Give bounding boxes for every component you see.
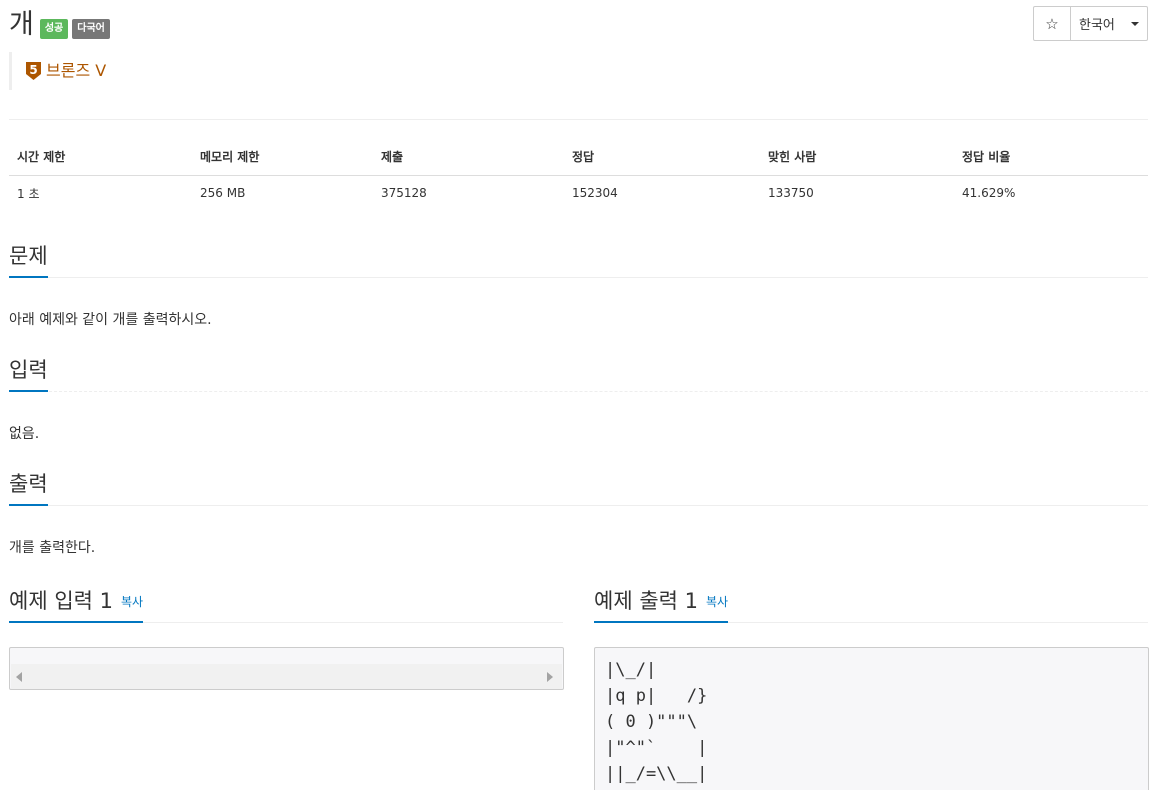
sample-output-title-wrap: 예제 출력 1 복사 (594, 585, 729, 623)
header-time-limit: 시간 제한 (9, 139, 192, 176)
submissions-value: 375128 (381, 186, 427, 201)
output-description: 개를 출력한다. (9, 540, 96, 556)
time-limit-value: 1 초 (17, 186, 40, 201)
input-description: 없음. (9, 426, 40, 442)
problem-section-head: 문제 (9, 240, 1148, 278)
sample-input-head: 예제 입력 1 복사 (9, 585, 563, 623)
accept-ratio-value: 41.629% (962, 186, 1016, 201)
table-header-row: 시간 제한 메모리 제한 제출 정답 맞힌 사람 정답 비율 (9, 139, 1148, 176)
tier-name[interactable]: 브론즈 V (46, 61, 106, 81)
header-submissions[interactable]: 제출 (373, 139, 564, 176)
language-dropdown[interactable]: 한국어 (1071, 6, 1148, 41)
input-section-head: 입력 (9, 354, 1148, 392)
header-solved-users[interactable]: 맞힌 사람 (760, 139, 954, 176)
star-button[interactable]: ☆ (1033, 6, 1071, 41)
sample-output-box: |\_/| |q p| /} ( 0 )"""\ |"^"` | ||_/=\\… (594, 647, 1149, 790)
problem-section-title: 문제 (9, 240, 48, 278)
input-section-title: 입력 (9, 354, 48, 392)
copy-sample-input-button[interactable]: 복사 (121, 595, 143, 609)
sample-input-box (9, 647, 564, 690)
problem-description: 아래 예제와 같이 개를 출력하시오. (9, 312, 212, 328)
horizontal-scrollbar[interactable] (11, 664, 562, 689)
title-row: 개 성공 다국어 (9, 8, 110, 42)
sample-output-content: |\_/| |q p| /} ( 0 )"""\ |"^"` | ||_/=\\… (605, 660, 708, 784)
solved-users-value: 133750 (768, 186, 814, 201)
problem-section: 문제 아래 예제와 같이 개를 출력하시오. (9, 240, 1148, 330)
output-section-head: 출력 (9, 468, 1148, 506)
table-row: 1 초 256 MB 375128 152304 133750 41.629% (9, 175, 1148, 211)
language-label: 한국어 (1079, 18, 1115, 33)
bronze-tier-icon[interactable]: 5 (25, 61, 42, 81)
sample-output-title: 예제 출력 1 (594, 589, 698, 613)
problem-title: 개 (9, 9, 34, 40)
star-icon: ☆ (1045, 14, 1059, 33)
output-section: 출력 개를 출력한다. (9, 468, 1148, 558)
header-accepted[interactable]: 정답 (564, 139, 760, 176)
problem-stats-table: 시간 제한 메모리 제한 제출 정답 맞힌 사람 정답 비율 1 초 256 M… (9, 139, 1148, 211)
sample-output-section: 예제 출력 1 복사 (594, 585, 1148, 623)
scroll-left-arrow-icon[interactable] (16, 672, 22, 682)
sample-input-section: 예제 입력 1 복사 (9, 585, 563, 623)
sample-input-title-wrap: 예제 입력 1 복사 (9, 585, 144, 623)
scroll-right-arrow-icon[interactable] (547, 672, 553, 682)
label-multilang[interactable]: 다국어 (72, 19, 110, 39)
top-buttons: ☆ 한국어 (1033, 6, 1148, 41)
output-section-title: 출력 (9, 468, 48, 506)
sample-output-head: 예제 출력 1 복사 (594, 585, 1148, 623)
input-section: 입력 없음. (9, 354, 1148, 444)
tier-level-text: 5 (29, 63, 37, 77)
accepted-value: 152304 (572, 186, 618, 201)
copy-sample-output-button[interactable]: 복사 (706, 595, 728, 609)
memory-limit-value: 256 MB (200, 186, 246, 201)
header-accept-ratio: 정답 비율 (954, 139, 1148, 176)
divider (9, 119, 1148, 120)
tier-box: 5 브론즈 V (9, 52, 106, 90)
caret-down-icon (1131, 21, 1139, 26)
header-memory-limit: 메모리 제한 (192, 139, 373, 176)
label-success[interactable]: 성공 (39, 19, 69, 39)
sample-input-title: 예제 입력 1 (9, 589, 113, 613)
